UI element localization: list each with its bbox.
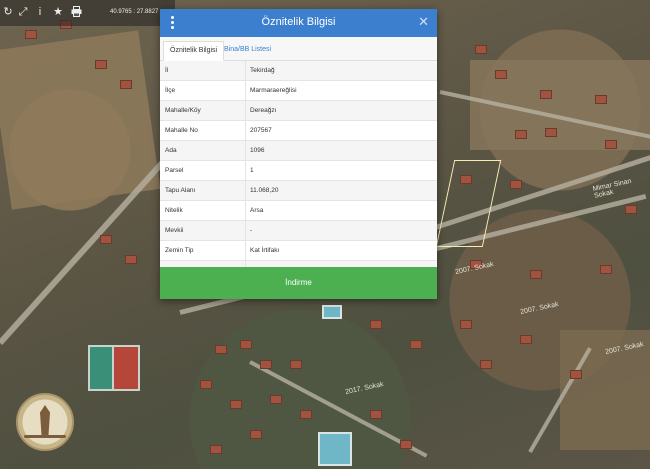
attribute-key: İlçe — [165, 81, 246, 100]
attribute-value: - — [250, 227, 253, 234]
attribute-value: 11.068,20 — [250, 187, 279, 194]
attribute-value: Kat İrtifakı — [250, 247, 280, 254]
map-toolbar: ↻ ⤢ i ★ 40.9765 : 27.8827 — [0, 0, 175, 26]
tennis-court — [112, 345, 140, 391]
refresh-icon[interactable]: ↻ — [2, 6, 14, 18]
attribute-key: Mahalle No — [165, 121, 246, 140]
building — [400, 440, 412, 449]
attribute-key: Nitelik — [165, 201, 246, 220]
building — [95, 60, 107, 69]
building — [595, 95, 607, 104]
tab-building-list[interactable]: Bina/BB Listesi — [218, 41, 277, 59]
road-label: 2017. Sokak — [344, 381, 385, 396]
table-row: İl Tekirdağ — [160, 61, 437, 81]
building — [260, 360, 272, 369]
attribute-info-dialog: Öznitelik Bilgisi ✕ Öznitelik Bilgisi Bi… — [160, 9, 437, 299]
building — [545, 128, 557, 137]
building — [215, 345, 227, 354]
dialog-title: Öznitelik Bilgisi — [261, 16, 336, 28]
swimming-pool — [318, 432, 352, 466]
attribute-table: İl Tekirdağ İlçe Marmaraereğlisi Mahalle… — [160, 61, 437, 281]
building — [125, 255, 137, 264]
building — [370, 320, 382, 329]
building — [300, 410, 312, 419]
attribute-key: Parsel — [165, 161, 246, 180]
building — [530, 270, 542, 279]
attribute-value: Marmaraereğlisi — [250, 87, 297, 94]
table-row: İlçe Marmaraereğlisi — [160, 81, 437, 101]
download-button[interactable]: İndirme — [160, 267, 437, 299]
building — [240, 340, 252, 349]
building — [510, 180, 522, 189]
farm-field — [0, 30, 161, 210]
table-row: Nitelik Arsa — [160, 201, 437, 221]
building — [540, 90, 552, 99]
print-icon[interactable] — [70, 6, 82, 18]
attribute-key: İl — [165, 61, 246, 80]
table-row: Mevkii - — [160, 221, 437, 241]
attribute-key: Mevkii — [165, 221, 246, 240]
building — [515, 130, 527, 139]
building — [495, 70, 507, 79]
info-icon[interactable]: i — [34, 6, 46, 18]
coordinate-readout: 40.9765 : 27.8827 — [110, 9, 159, 15]
building — [625, 205, 637, 214]
attribute-value: 1096 — [250, 147, 265, 154]
attribute-value: Dereağzı — [250, 107, 277, 114]
clock-tower-emblem — [40, 405, 50, 435]
building — [290, 360, 302, 369]
swimming-pool — [322, 305, 342, 319]
building — [600, 265, 612, 274]
star-icon[interactable]: ★ — [52, 6, 64, 18]
table-row: Parsel 1 — [160, 161, 437, 181]
attribute-key: Mahalle/Köy — [165, 101, 246, 120]
building — [210, 445, 222, 454]
dialog-tabs: Öznitelik Bilgisi Bina/BB Listesi — [160, 37, 437, 61]
tab-attribute-info[interactable]: Öznitelik Bilgisi — [163, 41, 225, 61]
emblem-base — [24, 435, 66, 438]
building — [250, 430, 262, 439]
building — [410, 340, 422, 349]
close-icon[interactable]: ✕ — [418, 15, 429, 29]
road-label: 2007. Sokak — [519, 301, 560, 316]
building — [475, 45, 487, 54]
attribute-key: Tapu Alanı — [165, 181, 246, 200]
building — [460, 320, 472, 329]
attribute-value: 1 — [250, 167, 254, 174]
building — [25, 30, 37, 39]
attribute-value: 207567 — [250, 127, 272, 134]
expand-icon[interactable]: ⤢ — [17, 6, 29, 18]
attribute-value: Arsa — [250, 207, 264, 214]
attribute-value: Tekirdağ — [250, 67, 275, 74]
table-row: Zemin Tip Kat İrtifakı — [160, 241, 437, 261]
table-row: Mahalle/Köy Dereağzı — [160, 101, 437, 121]
dialog-header: Öznitelik Bilgisi ✕ — [160, 9, 437, 37]
building — [370, 410, 382, 419]
table-row: Mahalle No 207567 — [160, 121, 437, 141]
building — [570, 370, 582, 379]
building — [120, 80, 132, 89]
table-row: Tapu Alanı 11.068,20 — [160, 181, 437, 201]
building — [520, 335, 532, 344]
attribute-key: Zemin Tip — [165, 241, 246, 260]
municipality-logo — [16, 393, 74, 451]
table-row: Ada 1096 — [160, 141, 437, 161]
building — [605, 140, 617, 149]
building — [270, 395, 282, 404]
building — [230, 400, 242, 409]
attribute-key: Ada — [165, 141, 246, 160]
building — [200, 380, 212, 389]
building — [100, 235, 112, 244]
building — [480, 360, 492, 369]
